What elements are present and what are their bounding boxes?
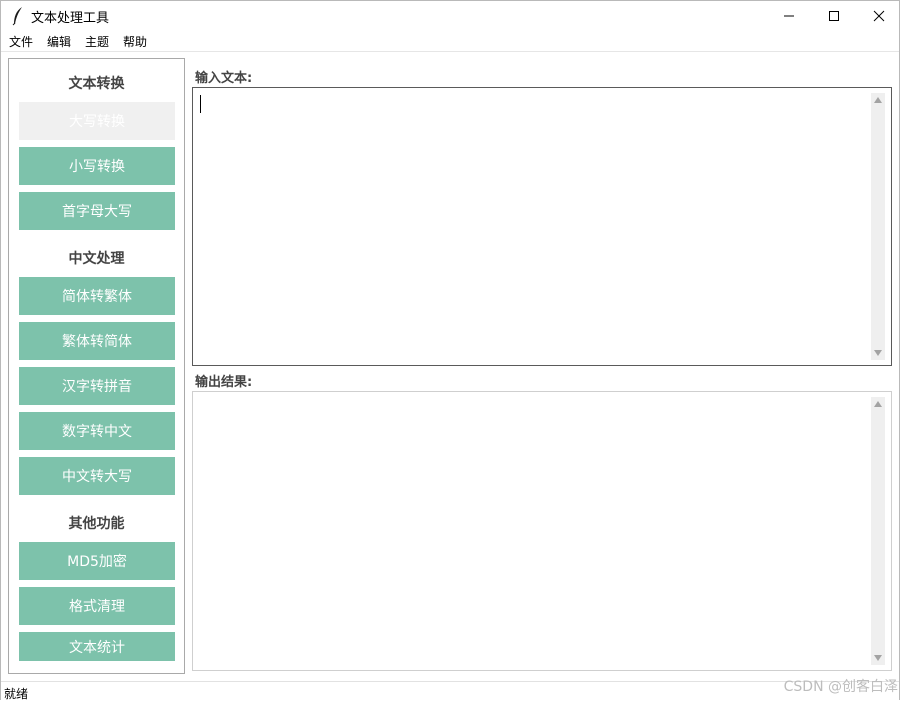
- section-title-chinese-processing: 中文处理: [68, 251, 125, 267]
- lowercase-button[interactable]: 小写转换: [19, 147, 175, 185]
- feather-icon: [11, 6, 25, 26]
- text-statistics-button[interactable]: 文本统计: [19, 632, 175, 661]
- section-title-text-conversion: 文本转换: [68, 76, 125, 92]
- hanzi-to-pinyin-button[interactable]: 汉字转拼音: [19, 367, 175, 405]
- menu-edit[interactable]: 编辑: [47, 33, 71, 50]
- status-bar: 就绪: [1, 681, 899, 702]
- close-icon: [873, 7, 885, 26]
- simplified-to-traditional-button[interactable]: 简体转繁体: [19, 277, 175, 315]
- chinese-to-uppercase-button[interactable]: 中文转大写: [19, 457, 175, 495]
- input-scrollbar[interactable]: [871, 93, 885, 360]
- watermark: CSDN @创客白泽: [783, 679, 898, 695]
- text-caret: [200, 95, 201, 113]
- input-textarea[interactable]: [192, 87, 892, 366]
- menu-theme[interactable]: 主题: [85, 33, 109, 50]
- menu-file[interactable]: 文件: [9, 33, 33, 50]
- sidebar: 文本转换 大写转换 小写转换 首字母大写 中文处理 简体转繁体 繁体转简体 汉字…: [8, 58, 185, 674]
- scroll-up-arrow-icon[interactable]: [871, 93, 885, 107]
- scroll-up-arrow-icon[interactable]: [871, 397, 885, 411]
- minimize-button[interactable]: [766, 1, 812, 31]
- maximize-icon: [828, 7, 840, 26]
- title-bar: 文本处理工具: [1, 1, 899, 31]
- menu-help[interactable]: 帮助: [123, 33, 147, 50]
- menu-bar: 文件 编辑 主题 帮助: [1, 31, 899, 51]
- capitalize-button[interactable]: 首字母大写: [19, 192, 175, 230]
- menu-divider: [1, 51, 899, 52]
- output-scrollbar[interactable]: [871, 397, 885, 665]
- number-to-chinese-button[interactable]: 数字转中文: [19, 412, 175, 450]
- uppercase-button[interactable]: 大写转换: [19, 102, 175, 140]
- traditional-to-simplified-button[interactable]: 繁体转简体: [19, 322, 175, 360]
- maximize-button[interactable]: [811, 1, 857, 31]
- minimize-icon: [783, 7, 795, 26]
- scroll-down-arrow-icon[interactable]: [871, 651, 885, 665]
- output-label: 输出结果:: [195, 375, 253, 390]
- md5-encrypt-button[interactable]: MD5加密: [19, 542, 175, 580]
- close-button[interactable]: [856, 1, 902, 31]
- status-text: 就绪: [4, 687, 29, 701]
- output-textarea[interactable]: [192, 391, 892, 671]
- scroll-down-arrow-icon[interactable]: [871, 346, 885, 360]
- format-cleanup-button[interactable]: 格式清理: [19, 587, 175, 625]
- window-title: 文本处理工具: [31, 11, 110, 26]
- app-window: 文本处理工具 文件 编辑 主题 帮助 文本转换 大写转换 小写转换 首字母大写: [0, 0, 900, 702]
- section-title-other-functions: 其他功能: [68, 516, 125, 532]
- input-label: 输入文本:: [195, 71, 253, 86]
